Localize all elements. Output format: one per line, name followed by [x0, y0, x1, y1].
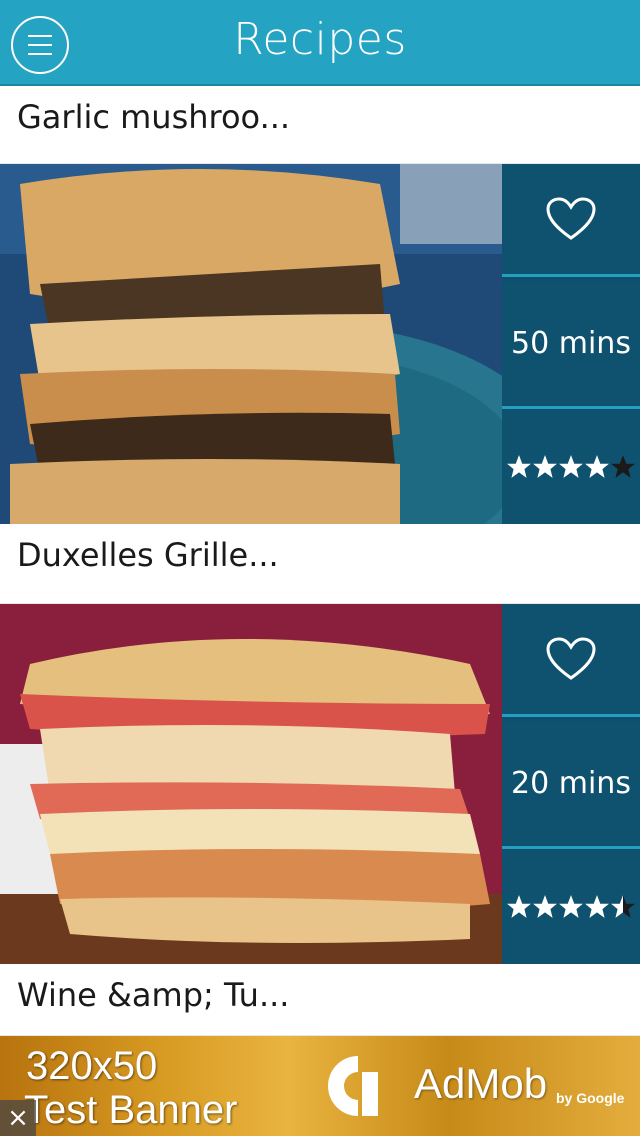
- admob-logo-icon: [328, 1056, 378, 1116]
- star-icon-full: [507, 895, 531, 918]
- ad-by-google: by Google: [556, 1090, 625, 1106]
- rating-stars: [502, 850, 640, 964]
- ad-brand: AdMob: [414, 1060, 548, 1107]
- divider: [502, 406, 640, 409]
- divider: [502, 846, 640, 849]
- star-icon-half: [611, 895, 635, 918]
- ad-test-label: Test Banner: [24, 1088, 238, 1132]
- recipe-side-panel: 50 mins: [502, 164, 640, 524]
- star-icon-full: [507, 455, 531, 478]
- star-icon-full: [559, 895, 583, 918]
- recipe-side-panel: 20 mins: [502, 604, 640, 964]
- recipe-title: Wine &amp; Tu...: [17, 976, 290, 1014]
- star-icon-full: [533, 455, 557, 478]
- recipe-title: Garlic mushroo...: [17, 98, 291, 136]
- grilled-sandwich-image: [0, 164, 502, 524]
- app-header: Recipes: [0, 0, 640, 86]
- heart-icon: [546, 197, 596, 240]
- star-icon-full: [559, 455, 583, 478]
- favorite-button[interactable]: [502, 604, 640, 714]
- cook-time: 20 mins: [502, 721, 640, 845]
- favorite-button[interactable]: [502, 164, 640, 274]
- recipe-card[interactable]: 20 mins: [0, 604, 640, 964]
- close-icon[interactable]: ×: [0, 1100, 36, 1136]
- star-icon-full: [533, 895, 557, 918]
- recipe-image[interactable]: [0, 164, 502, 524]
- divider: [502, 714, 640, 717]
- grilled-sandwich-image: [0, 604, 502, 964]
- divider: [502, 274, 640, 277]
- star-icon-full: [585, 455, 609, 478]
- ad-banner[interactable]: 320x50 Test Banner AdMob by Google ×: [0, 1036, 640, 1136]
- recipe-title: Duxelles Grille...: [17, 536, 279, 574]
- rating-stars: [502, 410, 640, 524]
- cook-time: 50 mins: [502, 281, 640, 405]
- page-title: Recipes: [233, 14, 407, 65]
- recipe-title-row[interactable]: Duxelles Grille...: [0, 524, 640, 604]
- ad-size-label: 320x50: [26, 1044, 158, 1088]
- star-icon-empty: [611, 455, 635, 478]
- recipe-image[interactable]: [0, 604, 502, 964]
- star-icon-full: [585, 895, 609, 918]
- heart-icon: [546, 637, 596, 680]
- recipe-title-row[interactable]: Wine &amp; Tu...: [0, 964, 640, 1036]
- recipe-card[interactable]: 50 mins: [0, 164, 640, 524]
- recipe-title-row[interactable]: Garlic mushroo...: [0, 88, 640, 164]
